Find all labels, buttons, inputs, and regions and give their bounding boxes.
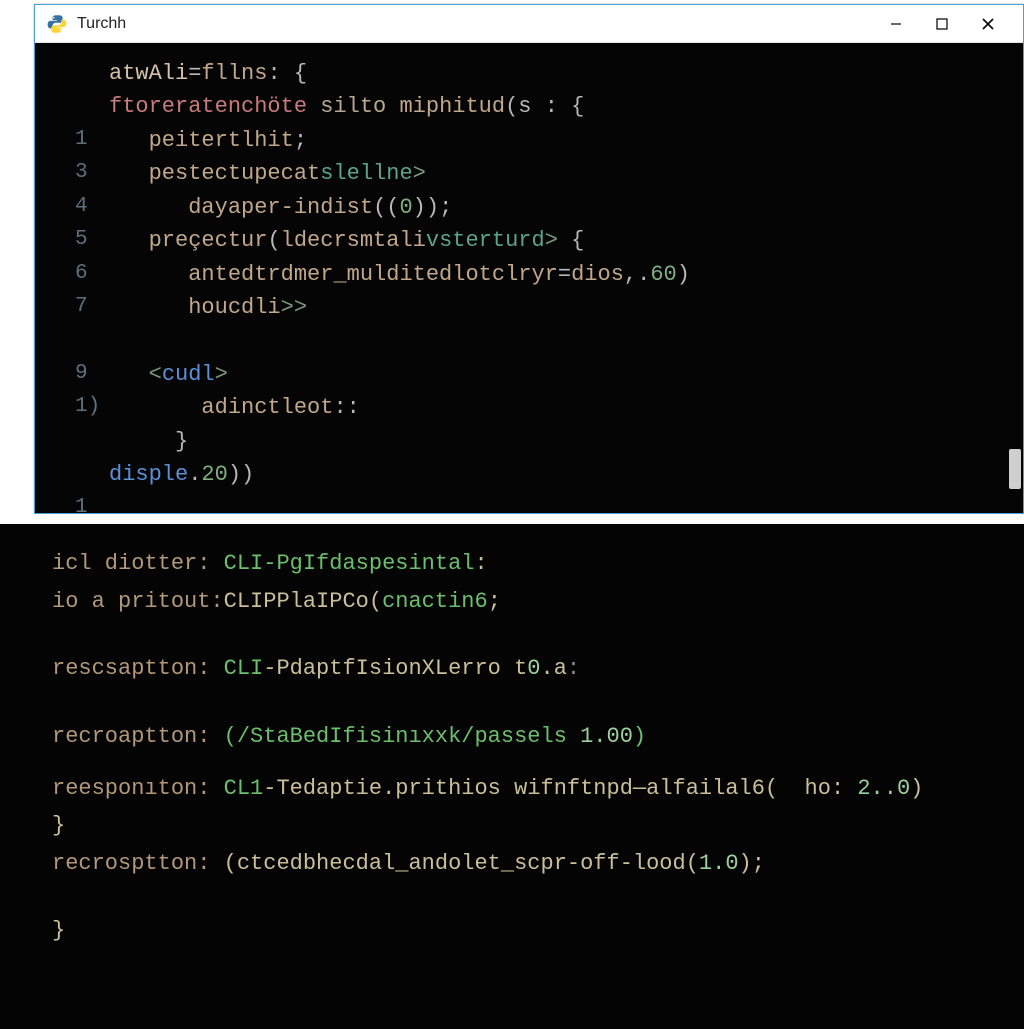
line-number (75, 458, 109, 491)
code-line: 1 (75, 492, 995, 513)
code-content: peitertlhit; (109, 124, 307, 157)
terminal-line: io a pritout:CLIPPlaIPCo(cnactin6; (52, 584, 998, 620)
line-number: 1) (75, 391, 109, 424)
code-content: <cudl> (109, 358, 228, 391)
code-content: atwAli=fllns: { (109, 57, 307, 90)
terminal-spacer (52, 883, 998, 913)
code-line: 9 <cudl> (75, 358, 995, 391)
line-number: 1 (75, 124, 109, 157)
code-line: 5 preçectur(ldecrsmtalivsterturd> { (75, 224, 995, 257)
line-number (75, 325, 109, 358)
python-icon (47, 14, 67, 34)
window-gap (0, 514, 1024, 524)
code-content: pestectupecatslellne> (109, 157, 426, 190)
scrollbar-thumb[interactable] (1009, 449, 1021, 489)
code-line (75, 325, 995, 358)
terminal-line: } (52, 808, 998, 844)
terminal-line: rescsaptton: CLI-PdaptfIsionXLerro t0.a: (52, 651, 998, 687)
line-number: 4 (75, 191, 109, 224)
code-line: 6 antedtrdmer_mulditedlotclryr=dios,.60) (75, 258, 995, 291)
line-number: 7 (75, 291, 109, 324)
terminal-spacer (52, 689, 998, 719)
code-line: 1) adinctleot:: (75, 391, 995, 424)
code-content (109, 325, 122, 358)
code-content: antedtrdmer_mulditedlotclryr=dios,.60) (109, 258, 690, 291)
terminal-line: recroaptton: (/StaBedIfisinıxxk/passels … (52, 719, 998, 755)
terminal-line: reesponıton: CL1-Tedaptie.prithios wifnf… (52, 771, 998, 807)
terminal-spacer (52, 621, 998, 651)
code-content: } (109, 425, 188, 458)
code-line: 4 dayaper-indist((0)); (75, 191, 995, 224)
code-line: ftoreratenchöte silto miphitud(s : { (75, 90, 995, 123)
line-number: 6 (75, 258, 109, 291)
terminal-line: recrosptton: (ctcedbhecdal_andolet_scpr-… (52, 846, 998, 882)
line-number (75, 57, 109, 90)
code-content: preçectur(ldecrsmtalivsterturd> { (109, 224, 584, 257)
app-window: Turchh atwAli=fllns: {ftoreratenchöte si… (34, 4, 1024, 514)
code-content: adinctleot:: (109, 391, 360, 424)
minimize-button[interactable] (873, 8, 919, 40)
close-button[interactable] (965, 8, 1011, 40)
code-content: houcdli>> (109, 291, 307, 324)
code-content: dayaper-indist((0)); (109, 191, 452, 224)
code-editor[interactable]: atwAli=fllns: {ftoreratenchöte silto mip… (35, 43, 1023, 513)
line-number (75, 425, 109, 458)
window-title: Turchh (77, 15, 873, 33)
code-line: 3 pestectupecatslellne> (75, 157, 995, 190)
scrollbar[interactable] (1007, 49, 1021, 499)
line-number: 5 (75, 224, 109, 257)
window-controls (873, 8, 1011, 40)
titlebar[interactable]: Turchh (35, 5, 1023, 43)
code-content: disple.20)) (109, 458, 254, 491)
line-number: 3 (75, 157, 109, 190)
code-line: } (75, 425, 995, 458)
terminal-output[interactable]: icl diotter: CLI-PgIfdaspesintal:io a pr… (0, 524, 1024, 1029)
line-number: 1 (75, 492, 109, 513)
code-content: ftoreratenchöte silto miphitud(s : { (109, 90, 584, 123)
code-line: 1 peitertlhit; (75, 124, 995, 157)
terminal-line: icl diotter: CLI-PgIfdaspesintal: (52, 546, 998, 582)
terminal-spacer (52, 757, 998, 771)
maximize-button[interactable] (919, 8, 965, 40)
code-line: atwAli=fllns: { (75, 57, 995, 90)
line-number: 9 (75, 358, 109, 391)
code-line: 7 houcdli>> (75, 291, 995, 324)
terminal-line: } (52, 913, 998, 949)
line-number (75, 90, 109, 123)
code-line: disple.20)) (75, 458, 995, 491)
